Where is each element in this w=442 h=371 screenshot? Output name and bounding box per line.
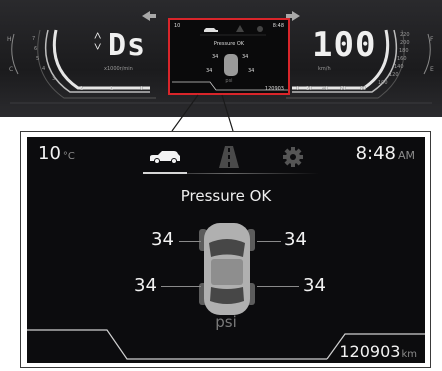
rpm-tick: 1	[110, 86, 114, 92]
rpm-tick: 5	[36, 56, 40, 62]
rpm-unit-label: x1000r/min	[104, 66, 133, 72]
tire-pressure-screen: 10 °C 8:48 AM Pressure OK 34 34 34 34 ps…	[27, 137, 425, 363]
mini-tire-rr: 34	[248, 68, 255, 74]
speed-tick: 0	[296, 86, 300, 92]
speed-tick: 180	[399, 48, 409, 54]
gear-shift-arrows-icon: ˄ ˅	[94, 29, 103, 55]
mini-odometer: 120903	[264, 86, 284, 92]
mini-gear-icon	[257, 26, 263, 32]
rpm-tick: 3	[52, 76, 56, 82]
mini-road-icon	[236, 25, 244, 32]
speed-tick: 140	[394, 64, 404, 70]
rpm-tick: 7	[32, 36, 36, 42]
mini-info-display: 10 8:48 Pressure OK 34 34 34 34 psi 1209…	[168, 18, 290, 95]
speed-tick: 120	[389, 72, 399, 78]
gear-indicator: ˄ ˅ Ds	[94, 28, 147, 63]
odometer-value: 120903	[339, 342, 401, 361]
screen-bottom-trim	[27, 329, 425, 360]
speed-unit-label: km/h	[318, 66, 331, 72]
gear-value: Ds	[108, 28, 147, 63]
speed-tick: 20	[306, 86, 313, 92]
rpm-tick: 4	[42, 66, 46, 72]
mini-status: Pressure OK	[213, 41, 245, 47]
speed-tick: 40	[322, 86, 329, 92]
speed-tick: 160	[397, 56, 407, 62]
speed-tick: 200	[400, 40, 410, 46]
mini-tire-fl: 34	[212, 54, 219, 60]
rpm-tick: 6	[34, 46, 38, 52]
temp-cold-label: C	[9, 66, 14, 73]
speed-tick: 60	[340, 86, 347, 92]
mini-tire-fr: 34	[242, 54, 249, 60]
mini-tire-rl: 34	[206, 68, 213, 74]
speed-tick: 80	[360, 86, 367, 92]
speed-tick: 100	[378, 80, 388, 86]
fuel-full-label: F	[430, 36, 434, 43]
mini-time: 8:48	[272, 23, 284, 29]
mini-car-topview-icon	[224, 54, 238, 76]
rpm-tick: 0	[140, 86, 144, 92]
mini-car-icon	[204, 28, 218, 32]
speed-tick: 220	[400, 32, 410, 38]
speed-readout: 100	[312, 25, 377, 65]
odometer-unit: km	[401, 349, 417, 360]
left-turn-arrow-icon	[142, 11, 156, 21]
fuel-empty-label: E	[430, 66, 434, 73]
mini-unit: psi	[225, 78, 233, 84]
odometer: 120903km	[339, 342, 417, 361]
instrument-cluster: H C F E 7 6 5 4 3 2 1 0 x1000r/min 220 2…	[0, 0, 442, 117]
rpm-tick: 2	[80, 86, 84, 92]
temp-hot-label: H	[7, 36, 12, 43]
